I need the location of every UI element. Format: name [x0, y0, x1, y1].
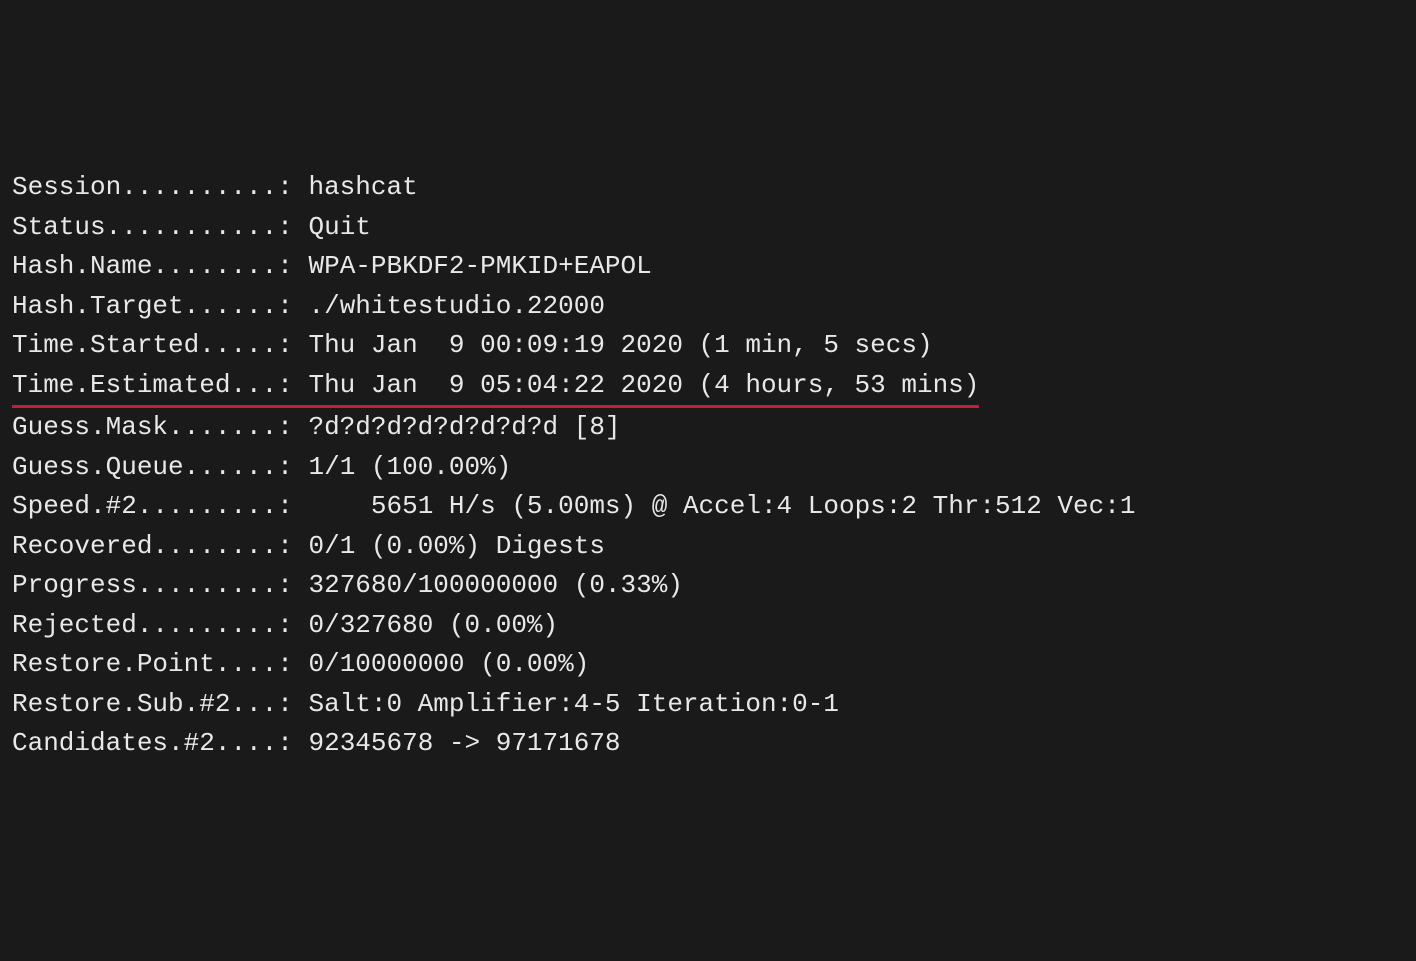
status-value: ./whitestudio.22000 — [308, 291, 604, 321]
colon-separator: : — [277, 291, 308, 321]
status-row: Status...........: Quit — [12, 208, 1404, 248]
status-label: Restore.Sub.#2 — [12, 689, 230, 719]
status-row: Rejected.........: 0/327680 (0.00%) — [12, 606, 1404, 646]
colon-separator: : — [277, 649, 308, 679]
status-row: Guess.Queue......: 1/1 (100.00%) — [12, 448, 1404, 488]
terminal-output: Session..........: hashcatStatus........… — [12, 168, 1404, 764]
status-label: Guess.Mask — [12, 412, 168, 442]
colon-separator: : — [277, 610, 308, 640]
status-value: Salt:0 Amplifier:4-5 Iteration:0-1 — [308, 689, 839, 719]
colon-separator: : — [277, 412, 308, 442]
status-label: Restore.Point — [12, 649, 215, 679]
status-row: Guess.Mask.......: ?d?d?d?d?d?d?d?d [8] — [12, 408, 1404, 448]
dots-separator: ...... — [184, 291, 278, 321]
dots-separator: ... — [230, 689, 277, 719]
status-label: Hash.Target — [12, 291, 184, 321]
status-row: Time.Estimated...: Thu Jan 9 05:04:22 20… — [12, 366, 1404, 409]
colon-separator: : — [277, 452, 308, 482]
dots-separator: ....... — [168, 412, 277, 442]
colon-separator: : — [277, 172, 308, 202]
status-row: Candidates.#2....: 92345678 -> 97171678 — [12, 724, 1404, 764]
colon-separator: : — [277, 570, 308, 600]
status-label: Time.Estimated — [12, 370, 230, 400]
status-row: Recovered........: 0/1 (0.00%) Digests — [12, 527, 1404, 567]
status-value: Thu Jan 9 05:04:22 2020 (4 hours, 53 min… — [308, 370, 979, 400]
colon-separator: : — [277, 491, 308, 521]
status-label: Session — [12, 172, 121, 202]
status-label: Hash.Name — [12, 251, 152, 281]
status-value: hashcat — [308, 172, 417, 202]
status-value: 0/327680 (0.00%) — [308, 610, 558, 640]
colon-separator: : — [277, 212, 308, 242]
status-row: Progress.........: 327680/100000000 (0.3… — [12, 566, 1404, 606]
colon-separator: : — [277, 330, 308, 360]
status-value: 1/1 (100.00%) — [308, 452, 511, 482]
status-value: Quit — [308, 212, 370, 242]
colon-separator: : — [277, 531, 308, 561]
colon-separator: : — [277, 370, 308, 400]
status-row: Speed.#2.........: 5651 H/s (5.00ms) @ A… — [12, 487, 1404, 527]
status-row: Restore.Point....: 0/10000000 (0.00%) — [12, 645, 1404, 685]
status-label: Speed.#2 — [12, 491, 137, 521]
colon-separator: : — [277, 728, 308, 758]
status-value: Thu Jan 9 00:09:19 2020 (1 min, 5 secs) — [308, 330, 932, 360]
dots-separator: .... — [215, 649, 277, 679]
status-row: Session..........: hashcat — [12, 168, 1404, 208]
status-label: Guess.Queue — [12, 452, 184, 482]
colon-separator: : — [277, 689, 308, 719]
dots-separator: ........... — [106, 212, 278, 242]
colon-separator: : — [277, 251, 308, 281]
dots-separator: ...... — [184, 452, 278, 482]
status-value: 5651 H/s (5.00ms) @ Accel:4 Loops:2 Thr:… — [308, 491, 1135, 521]
status-value: 92345678 -> 97171678 — [308, 728, 620, 758]
status-value: 327680/100000000 (0.33%) — [308, 570, 682, 600]
status-row: Time.Started.....: Thu Jan 9 00:09:19 20… — [12, 326, 1404, 366]
dots-separator: .... — [215, 728, 277, 758]
dots-separator: .......... — [121, 172, 277, 202]
highlighted-row: Time.Estimated...: Thu Jan 9 05:04:22 20… — [12, 366, 979, 409]
dots-separator: ... — [230, 370, 277, 400]
dots-separator: ........ — [152, 251, 277, 281]
status-label: Time.Started — [12, 330, 199, 360]
status-value: 0/10000000 (0.00%) — [308, 649, 589, 679]
dots-separator: ......... — [137, 570, 277, 600]
status-label: Recovered — [12, 531, 152, 561]
dots-separator: ......... — [137, 491, 277, 521]
status-row: Restore.Sub.#2...: Salt:0 Amplifier:4-5 … — [12, 685, 1404, 725]
dots-separator: ......... — [137, 610, 277, 640]
status-label: Progress — [12, 570, 137, 600]
status-row: Hash.Target......: ./whitestudio.22000 — [12, 287, 1404, 327]
dots-separator: ........ — [152, 531, 277, 561]
status-label: Candidates.#2 — [12, 728, 215, 758]
status-label: Rejected — [12, 610, 137, 640]
status-label: Status — [12, 212, 106, 242]
dots-separator: ..... — [199, 330, 277, 360]
status-value: WPA-PBKDF2-PMKID+EAPOL — [308, 251, 651, 281]
status-row: Hash.Name........: WPA-PBKDF2-PMKID+EAPO… — [12, 247, 1404, 287]
status-value: 0/1 (0.00%) Digests — [308, 531, 604, 561]
status-value: ?d?d?d?d?d?d?d?d [8] — [308, 412, 620, 442]
